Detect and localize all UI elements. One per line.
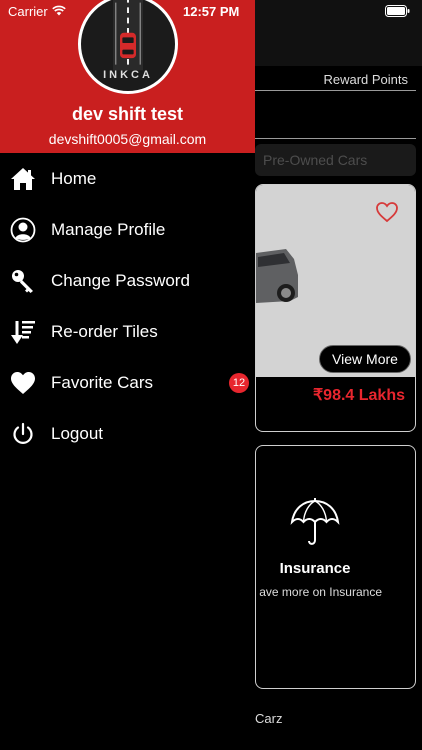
insurance-title: Insurance	[279, 560, 351, 577]
car-price: ₹98.4 Lakhs	[312, 387, 405, 404]
drawer-menu: Home Manage Profile Change Password Re-o…	[0, 153, 255, 459]
user-name: dev shift test	[71, 104, 184, 124]
menu-item-change-password[interactable]: Change Password	[0, 255, 255, 306]
heart-icon	[10, 370, 36, 396]
wifi-icon	[52, 5, 66, 16]
favorite-heart-icon[interactable]	[375, 201, 399, 223]
divider	[255, 90, 416, 91]
reward-points-tab[interactable]: Reward Points	[323, 72, 408, 87]
menu-item-label: Home	[51, 168, 97, 188]
menu-item-reorder-tiles[interactable]: Re-order Tiles	[0, 306, 255, 357]
menu-item-favorite-cars[interactable]: Favorite Cars 12	[0, 357, 255, 408]
battery-icon	[385, 5, 410, 17]
key-icon	[10, 268, 36, 294]
car-image-icon	[256, 249, 298, 303]
insurance-card[interactable]: Insurance ave more on Insurance	[255, 445, 416, 689]
car-card[interactable]: View More ₹98.4 Lakhs	[255, 184, 416, 432]
menu-item-label: Favorite Cars	[51, 372, 154, 392]
divider	[255, 138, 416, 139]
clock: 12:57 PM	[183, 4, 240, 19]
user-email: devshift0005@gmail.com	[48, 131, 207, 147]
insurance-subtitle: ave more on Insurance	[259, 585, 382, 599]
drawer-header: INKCA dev shift test devshift0005@gmail.…	[0, 0, 255, 153]
menu-item-label: Re-order Tiles	[51, 321, 158, 341]
home-icon	[10, 166, 36, 192]
pre-owned-cars-tab[interactable]: Pre-Owned Cars	[255, 144, 416, 176]
car-image: View More	[256, 185, 415, 377]
menu-item-manage-profile[interactable]: Manage Profile	[0, 204, 255, 255]
logo-text: INKCA	[103, 69, 153, 81]
menu-item-label: Change Password	[51, 270, 190, 290]
side-drawer: INKCA dev shift test devshift0005@gmail.…	[0, 0, 255, 750]
reorder-icon	[10, 319, 36, 345]
menu-item-label: Logout	[51, 423, 103, 443]
view-more-button[interactable]: View More	[319, 345, 411, 373]
carz-label: Carz	[255, 711, 283, 726]
profile-icon	[10, 217, 36, 243]
carrier-label: Carrier	[8, 4, 48, 19]
umbrella-icon	[290, 498, 340, 545]
status-bar: Carrier 12:57 PM	[0, 0, 422, 22]
power-icon	[10, 421, 36, 447]
menu-item-label: Manage Profile	[51, 219, 166, 239]
menu-item-logout[interactable]: Logout	[0, 408, 255, 459]
menu-item-home[interactable]: Home	[0, 153, 255, 204]
favorite-count-badge: 12	[229, 372, 249, 393]
